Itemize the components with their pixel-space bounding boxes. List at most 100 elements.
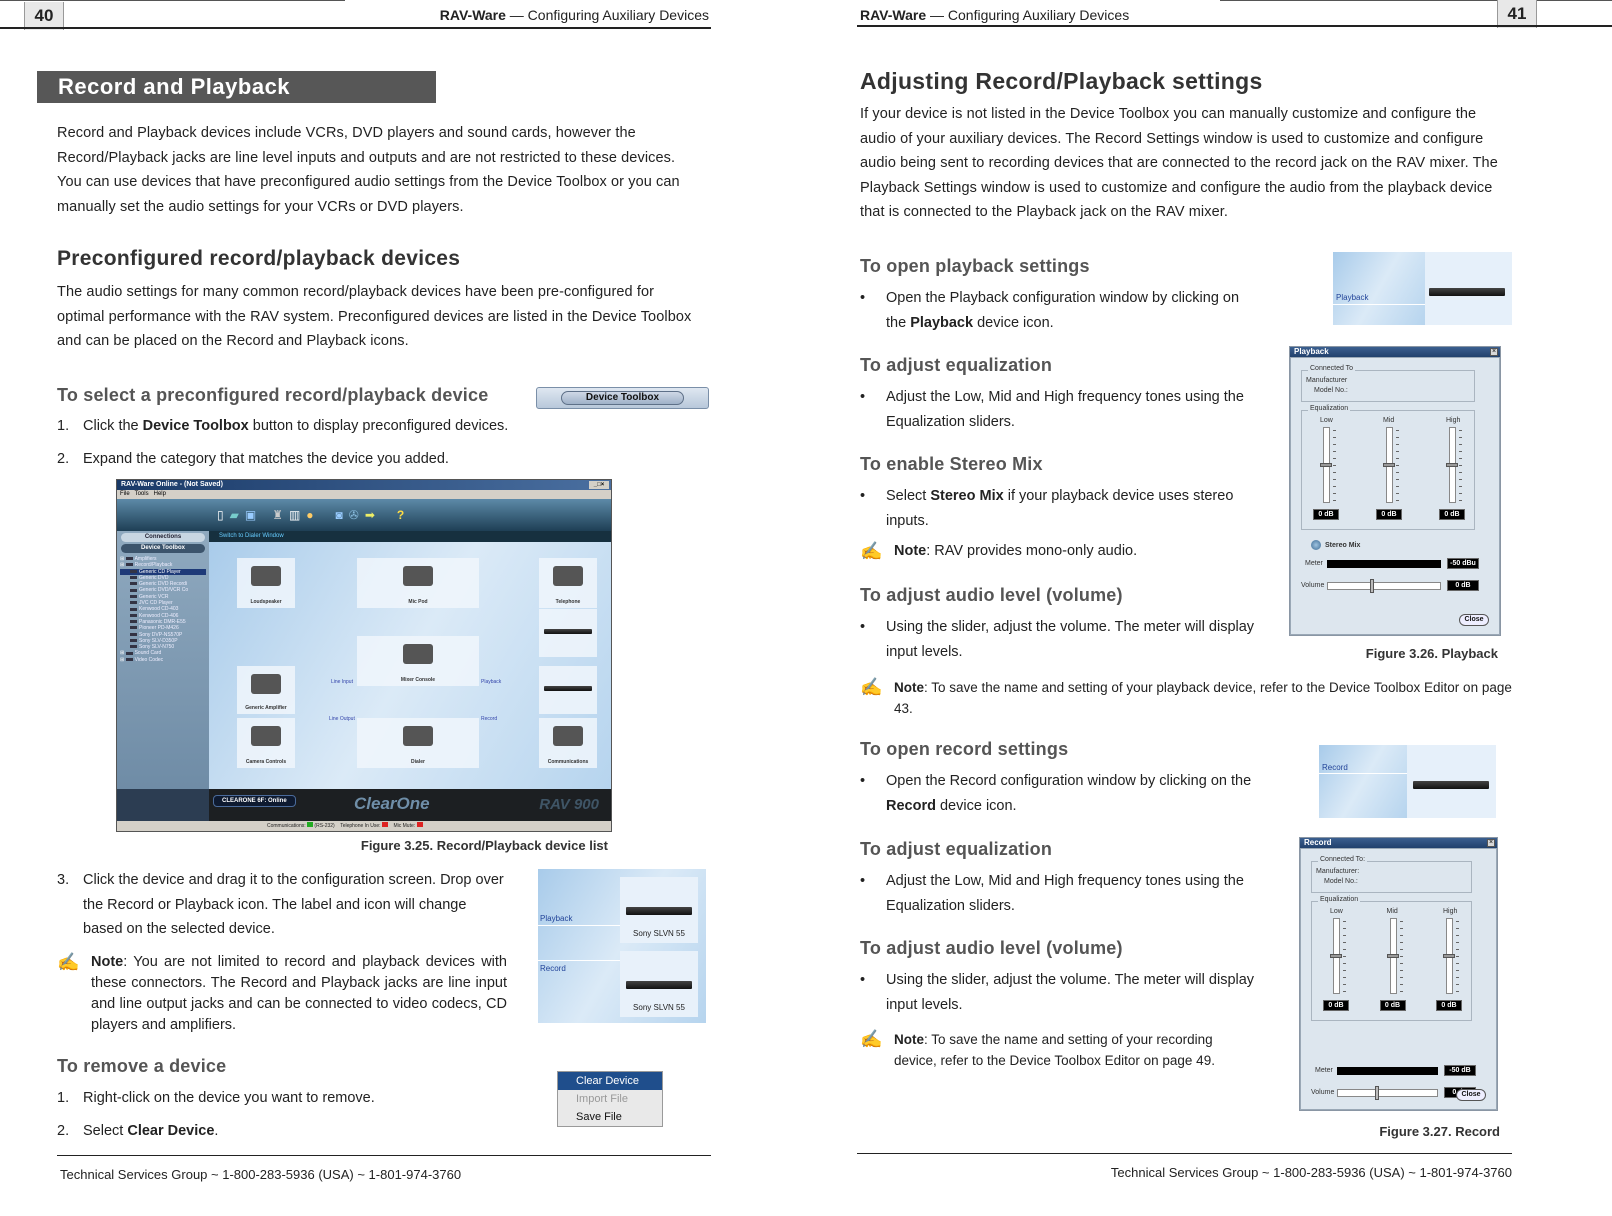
tick-mark <box>1396 458 1399 459</box>
device-icon <box>130 613 137 617</box>
device-toolbox-tab[interactable]: Device Toolbox <box>121 544 205 553</box>
connect-icon[interactable]: ♜ <box>272 508 283 522</box>
device-toolbox-button-image[interactable]: Device Toolbox <box>536 387 709 409</box>
tick-mark <box>1456 942 1459 943</box>
device-tile[interactable]: Mixer Console <box>357 636 479 686</box>
tick-mark <box>1396 493 1399 494</box>
note-connectors: ✍ Note: You are not limited to record an… <box>57 952 507 1036</box>
device-icon <box>130 632 137 636</box>
bullet-item: • Select Stereo Mix if your playback dev… <box>860 484 1255 533</box>
tick-mark <box>1459 451 1462 452</box>
menu-item-import-file[interactable]: Import File <box>558 1090 662 1108</box>
device-tile <box>1425 252 1512 325</box>
playback-label: Playback <box>1336 293 1369 302</box>
footer: Technical Services Group ~ 1-800-283-593… <box>60 1167 462 1182</box>
volume-label: Volume <box>1311 1089 1335 1096</box>
playback-connector-label: Playback <box>540 914 573 923</box>
open-file-icon[interactable]: ▰ <box>230 508 239 522</box>
help-icon[interactable]: ? <box>397 508 404 522</box>
switch-dialer-link[interactable]: Switch to Dialer Window <box>209 531 611 542</box>
tick-mark <box>1333 493 1336 494</box>
close-icon[interactable]: × <box>1487 839 1495 847</box>
dialog-title: Record <box>1304 838 1332 847</box>
eq-value-display: 0 dB <box>1439 509 1465 520</box>
pencil-note-icon: ✍ <box>860 677 883 697</box>
tick-mark <box>1459 465 1462 466</box>
step-item: 2. Select Clear Device. <box>57 1119 507 1144</box>
device-tile[interactable]: Communications <box>539 718 597 768</box>
tick-mark <box>1459 430 1462 431</box>
close-icon[interactable]: × <box>1490 348 1498 356</box>
menu-item-clear-device[interactable]: Clear Device <box>558 1072 662 1090</box>
record-icon-screenshot[interactable]: Record <box>1319 745 1496 818</box>
step-bold: Device Toolbox <box>142 418 249 434</box>
note-text: : RAV provides mono-only audio. <box>926 543 1138 559</box>
bullet-text: Open the Record configuration window by … <box>886 773 1252 789</box>
device-tile[interactable]: Dialer <box>357 718 479 768</box>
note-record-save: ✍ Note: To save the name and setting of … <box>860 1029 1255 1071</box>
tick-mark <box>1333 500 1336 501</box>
eq-slider-thumb[interactable] <box>1443 954 1455 958</box>
device-icon <box>130 626 137 630</box>
device-tile[interactable]: Camera Controls <box>237 718 295 768</box>
device-tile[interactable]: Loudspeaker <box>237 558 295 608</box>
device-tile-label: Dialer <box>411 759 425 765</box>
volume-slider-thumb[interactable] <box>1369 579 1374 593</box>
bullet-item: • Open the Playback configuration window… <box>860 286 1255 335</box>
tools-icon[interactable]: ✇ <box>349 508 359 522</box>
device-tile-playback: Sony SLVN 55 <box>620 877 698 943</box>
device-tile[interactable]: Generic Amplifier <box>237 666 295 714</box>
header-rule-top <box>1220 0 1612 1</box>
volume-slider-thumb[interactable] <box>1374 1086 1379 1100</box>
device-tile[interactable]: Telephone <box>539 558 597 608</box>
window-controls[interactable]: _□× <box>589 481 609 489</box>
menu-file[interactable]: File <box>120 491 130 497</box>
header-rule-top <box>0 0 345 1</box>
arrow-icon[interactable]: ➡ <box>365 508 375 522</box>
eq-value-display: 0 dB <box>1323 1000 1349 1011</box>
tick-mark <box>1343 984 1346 985</box>
eq-slider-thumb[interactable] <box>1383 463 1395 467</box>
device-tile[interactable] <box>539 666 597 714</box>
settings-icon[interactable]: ◙ <box>336 508 343 522</box>
device-tile[interactable]: Mic Pod <box>357 558 479 608</box>
menu-tools[interactable]: Tools <box>135 491 149 497</box>
footer: Technical Services Group ~ 1-800-283-593… <box>1110 1165 1512 1180</box>
meter-value-display: -50 dB <box>1444 1065 1476 1076</box>
bullet-item: • Open the Record configuration window b… <box>860 769 1255 818</box>
close-button[interactable]: Close <box>1456 1089 1486 1101</box>
device-tile[interactable] <box>539 609 597 657</box>
tree-item-label: Sony DVP-NS570P <box>139 631 183 638</box>
dvd-player-image <box>544 629 592 634</box>
save-icon[interactable]: ▣ <box>245 508 256 522</box>
dialog-titlebar: Record <box>1300 838 1497 848</box>
eq-band-label: Mid <box>1386 908 1398 915</box>
book-icon[interactable]: ▥ <box>289 508 300 522</box>
volume-slider-track[interactable] <box>1327 582 1441 590</box>
step-text: Click the device and drag it to the conf… <box>83 872 504 937</box>
connections-button[interactable]: Connections <box>121 533 205 542</box>
canvas-region <box>1333 252 1425 325</box>
tick-mark <box>1459 486 1462 487</box>
status-telephone: Telephone In Use: <box>340 823 381 829</box>
eq-slider-thumb[interactable] <box>1446 463 1458 467</box>
eq-slider-thumb[interactable] <box>1386 954 1399 958</box>
meter-label: Meter <box>1315 1067 1333 1074</box>
volume-slider-track[interactable] <box>1337 1089 1438 1097</box>
globe-icon[interactable]: ● <box>306 508 313 522</box>
new-file-icon[interactable]: ▯ <box>217 508 224 522</box>
tree-item-label: Generic DVD/VCR Co <box>139 587 189 594</box>
bullet-icon: • <box>860 773 866 789</box>
tree-item-label: Panasonic DMR-E55 <box>139 618 186 625</box>
menu-help[interactable]: Help <box>154 491 166 497</box>
model-no-label: Model No.: <box>1324 878 1358 885</box>
footer-rule <box>857 1153 1512 1154</box>
app-title: RAV-Ware Online - (Not Saved) <box>121 481 223 488</box>
playback-icon-screenshot[interactable]: Playback <box>1333 252 1512 325</box>
close-button[interactable]: Close <box>1459 614 1489 626</box>
eq-slider-thumb[interactable] <box>1320 463 1332 467</box>
tree-item[interactable]: ⊞ Video Codec <box>120 657 206 663</box>
menu-item-save-file[interactable]: Save File <box>558 1108 662 1126</box>
eq-slider-thumb[interactable] <box>1330 954 1342 958</box>
stereo-mix-radio[interactable] <box>1311 540 1321 550</box>
